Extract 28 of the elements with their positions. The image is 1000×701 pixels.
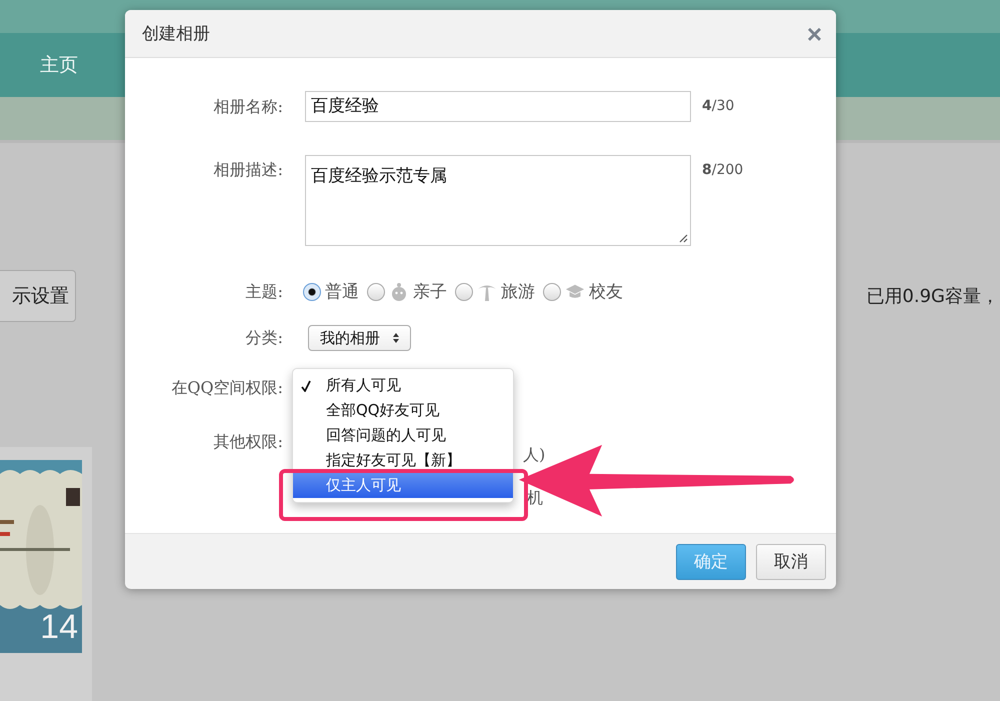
menu-item[interactable]: 指定好友可见【新】 [293,448,513,473]
category-select[interactable]: 我的相册 [308,325,411,351]
album-name-field[interactable]: 百度经验 [305,91,691,122]
dialog-title: 创建相册 [142,23,210,45]
radio-label: 亲子 [413,281,447,303]
menu-item[interactable]: 仅主人可见 [293,473,513,498]
dialog-button[interactable]: 取消 [756,544,826,580]
field-label: 分类: [244,327,284,349]
field-label: 主题: [244,281,284,303]
field-label: 相册名称: [212,96,284,118]
field-label: 在QQ空间权限: [170,377,284,399]
radio-label: 旅游 [501,281,535,303]
char-counter: 4/30 [702,97,736,116]
field-label: 相册描述: [212,159,284,181]
field-label: 其他权限: [212,431,284,453]
menu-item[interactable]: 所有人可见 [293,373,513,398]
menu-item[interactable]: 回答问题的人可见 [293,423,513,448]
album-card[interactable]: 14 [0,447,92,701]
photo-count: 14 [40,608,78,647]
storage-text: 已用0.9G容量， [866,285,999,308]
option-text: 机 [526,488,544,509]
radio-label: 普通 [325,281,359,303]
settings-button[interactable]: 示设置 [0,270,76,322]
album-description-field[interactable]: 百度经验示范专属 [305,155,691,246]
char-counter: 8/200 [702,161,744,180]
radio-label: 校友 [589,281,623,303]
menu-item[interactable]: 全部QQ好友可见 [293,398,513,423]
option-text: 人) [523,445,546,466]
